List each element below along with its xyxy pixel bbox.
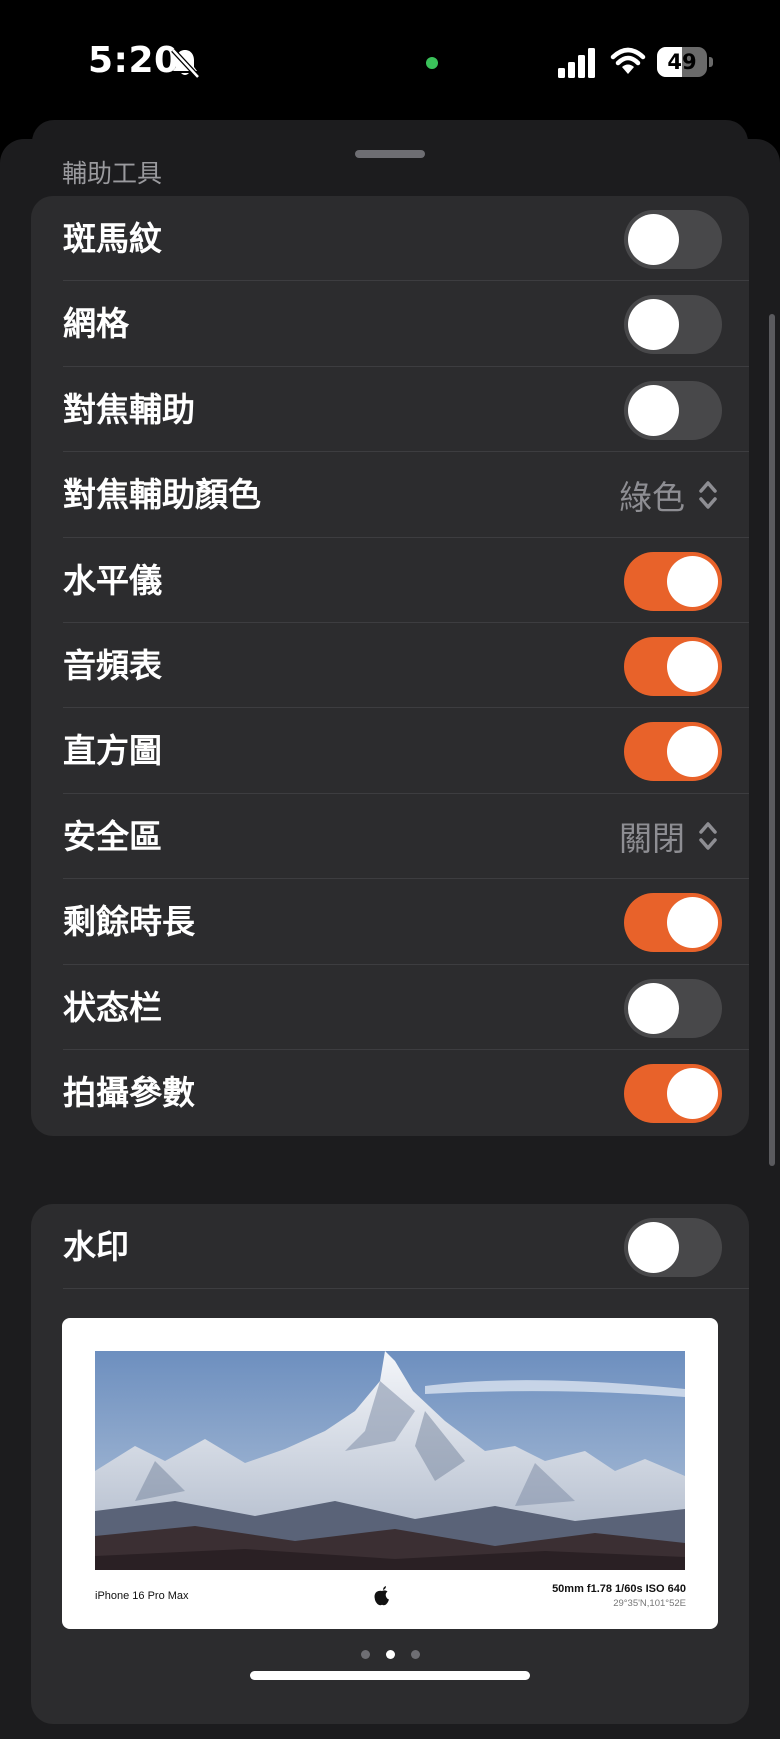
- wifi-icon: [610, 47, 646, 74]
- chevron-up-down-icon: [699, 480, 717, 509]
- histogram-toggle[interactable]: [624, 722, 722, 782]
- focus-assist-toggle[interactable]: [624, 380, 722, 440]
- page-dot[interactable]: [385, 1650, 395, 1659]
- row-label-histogram: 直方圖: [63, 731, 162, 771]
- settings-row-audio-meter[interactable]: 音頻表: [31, 623, 749, 709]
- grid-toggle[interactable]: [624, 295, 722, 355]
- audio-meter-toggle[interactable]: [624, 636, 722, 696]
- row-label-safe-area: 安全區: [63, 816, 162, 856]
- remaining-time-toggle[interactable]: [624, 893, 722, 953]
- settings-row-shooting-params[interactable]: 拍攝參數: [31, 1050, 749, 1135]
- settings-row-remaining-time[interactable]: 剩餘時長: [31, 879, 749, 965]
- focus-assist-color-value: 綠色: [619, 477, 685, 517]
- row-label-status-bar: 状态栏: [63, 987, 162, 1027]
- row-label-grid: 網格: [63, 304, 129, 344]
- status-bar-toggle[interactable]: [624, 978, 722, 1038]
- scrollbar[interactable]: [769, 314, 775, 1166]
- watermark-coordinates: 29°35'N,101°52E: [613, 1598, 686, 1609]
- settings-row-safe-area[interactable]: 安全區 關閉: [31, 794, 749, 880]
- battery-icon: 49: [657, 47, 713, 77]
- settings-row-grid[interactable]: 網格: [31, 281, 749, 367]
- status-bar: 5:20 49: [0, 0, 780, 120]
- watermark-device-name: iPhone 16 Pro Max: [95, 1590, 189, 1602]
- focus-assist-color-picker[interactable]: 綠色: [619, 452, 719, 537]
- shooting-params-toggle[interactable]: [624, 1063, 722, 1123]
- row-label-audio-meter: 音頻表: [63, 645, 162, 685]
- sheet-grabber[interactable]: [355, 150, 425, 158]
- row-label-focus-assist-color: 對焦輔助顏色: [63, 475, 261, 515]
- accessibility-settings-group: 斑馬紋網格對焦輔助對焦輔助顏色 綠色水平儀音頻表直方圖安全區 關閉剩餘時長状态栏拍攝…: [31, 196, 749, 1136]
- home-indicator[interactable]: [250, 1671, 530, 1680]
- silent-bell-icon: [171, 48, 200, 79]
- chevron-up-down-icon: [699, 822, 717, 850]
- watermark-toggle[interactable]: [624, 1218, 722, 1277]
- zebra-toggle[interactable]: [624, 210, 722, 269]
- level-toggle[interactable]: [624, 551, 722, 611]
- safe-area-picker[interactable]: 關閉: [619, 794, 719, 879]
- settings-row-histogram[interactable]: 直方圖: [31, 708, 749, 794]
- safe-area-value: 關閉: [619, 819, 685, 859]
- settings-row-focus-assist[interactable]: 對焦輔助: [31, 367, 749, 453]
- cellular-signal-icon: [558, 48, 595, 78]
- camera-in-use-indicator: [426, 57, 438, 69]
- settings-row-watermark: 水印: [31, 1204, 749, 1290]
- page-indicator[interactable]: [31, 1650, 749, 1659]
- watermark-settings-group: 水印 iPhone 16 Pro Max 50mm f1.78 1/60s IS…: [31, 1204, 749, 1724]
- status-time: 5:20: [88, 40, 180, 81]
- watermark-shot-params: 50mm f1.78 1/60s ISO 640: [552, 1583, 686, 1595]
- apple-logo-icon: [374, 1586, 389, 1606]
- row-label-remaining-time: 剩餘時長: [63, 902, 195, 942]
- section-title-accessibility: 輔助工具: [62, 159, 163, 188]
- battery-level: 49: [667, 50, 697, 74]
- page-dot[interactable]: [360, 1650, 370, 1659]
- row-label-watermark: 水印: [63, 1227, 129, 1266]
- settings-row-level[interactable]: 水平儀: [31, 538, 749, 623]
- settings-row-focus-assist-color[interactable]: 對焦輔助顏色 綠色: [31, 452, 749, 538]
- row-label-zebra: 斑馬紋: [63, 219, 162, 258]
- watermark-preview-card[interactable]: iPhone 16 Pro Max 50mm f1.78 1/60s ISO 6…: [62, 1318, 718, 1629]
- mountain-preview-image: [95, 1351, 685, 1570]
- settings-row-zebra[interactable]: 斑馬紋: [31, 196, 749, 282]
- page-dot[interactable]: [410, 1650, 420, 1659]
- settings-row-status-bar[interactable]: 状态栏: [31, 965, 749, 1050]
- row-label-level: 水平儀: [63, 560, 162, 600]
- row-label-shooting-params: 拍攝參數: [63, 1072, 195, 1112]
- row-label-focus-assist: 對焦輔助: [63, 389, 195, 429]
